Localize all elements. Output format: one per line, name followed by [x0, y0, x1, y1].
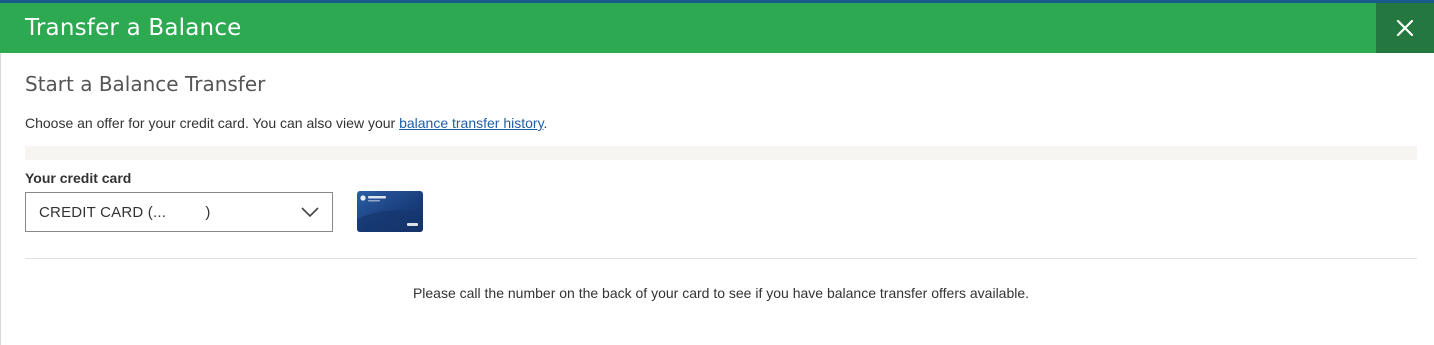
intro-text-body: Choose an offer for your credit card. Yo… [25, 115, 400, 131]
section-title: Start a Balance Transfer [25, 72, 266, 96]
intro-text: Choose an offer for your credit card. Yo… [25, 115, 547, 131]
close-button[interactable] [1376, 3, 1434, 53]
chevron-down-icon [301, 207, 319, 218]
balance-transfer-history-link[interactable]: balance transfer history [399, 115, 543, 131]
dialog-title: Transfer a Balance [25, 15, 242, 41]
credit-card-select-value: CREDIT CARD (... ) [39, 203, 211, 221]
section-divider [25, 258, 1417, 259]
credit-card-select[interactable]: CREDIT CARD (... ) [25, 192, 333, 232]
dialog-left-border [0, 53, 1, 345]
credit-card-label: Your credit card [25, 170, 132, 186]
dialog-header: Transfer a Balance [0, 3, 1434, 53]
close-icon [1396, 19, 1414, 37]
credit-card-graphic [357, 191, 423, 232]
intro-text-end: . [543, 115, 548, 131]
offer-notice: Please call the number on the back of yo… [412, 285, 1030, 301]
section-band [25, 146, 1417, 160]
credit-card-image [357, 191, 423, 232]
